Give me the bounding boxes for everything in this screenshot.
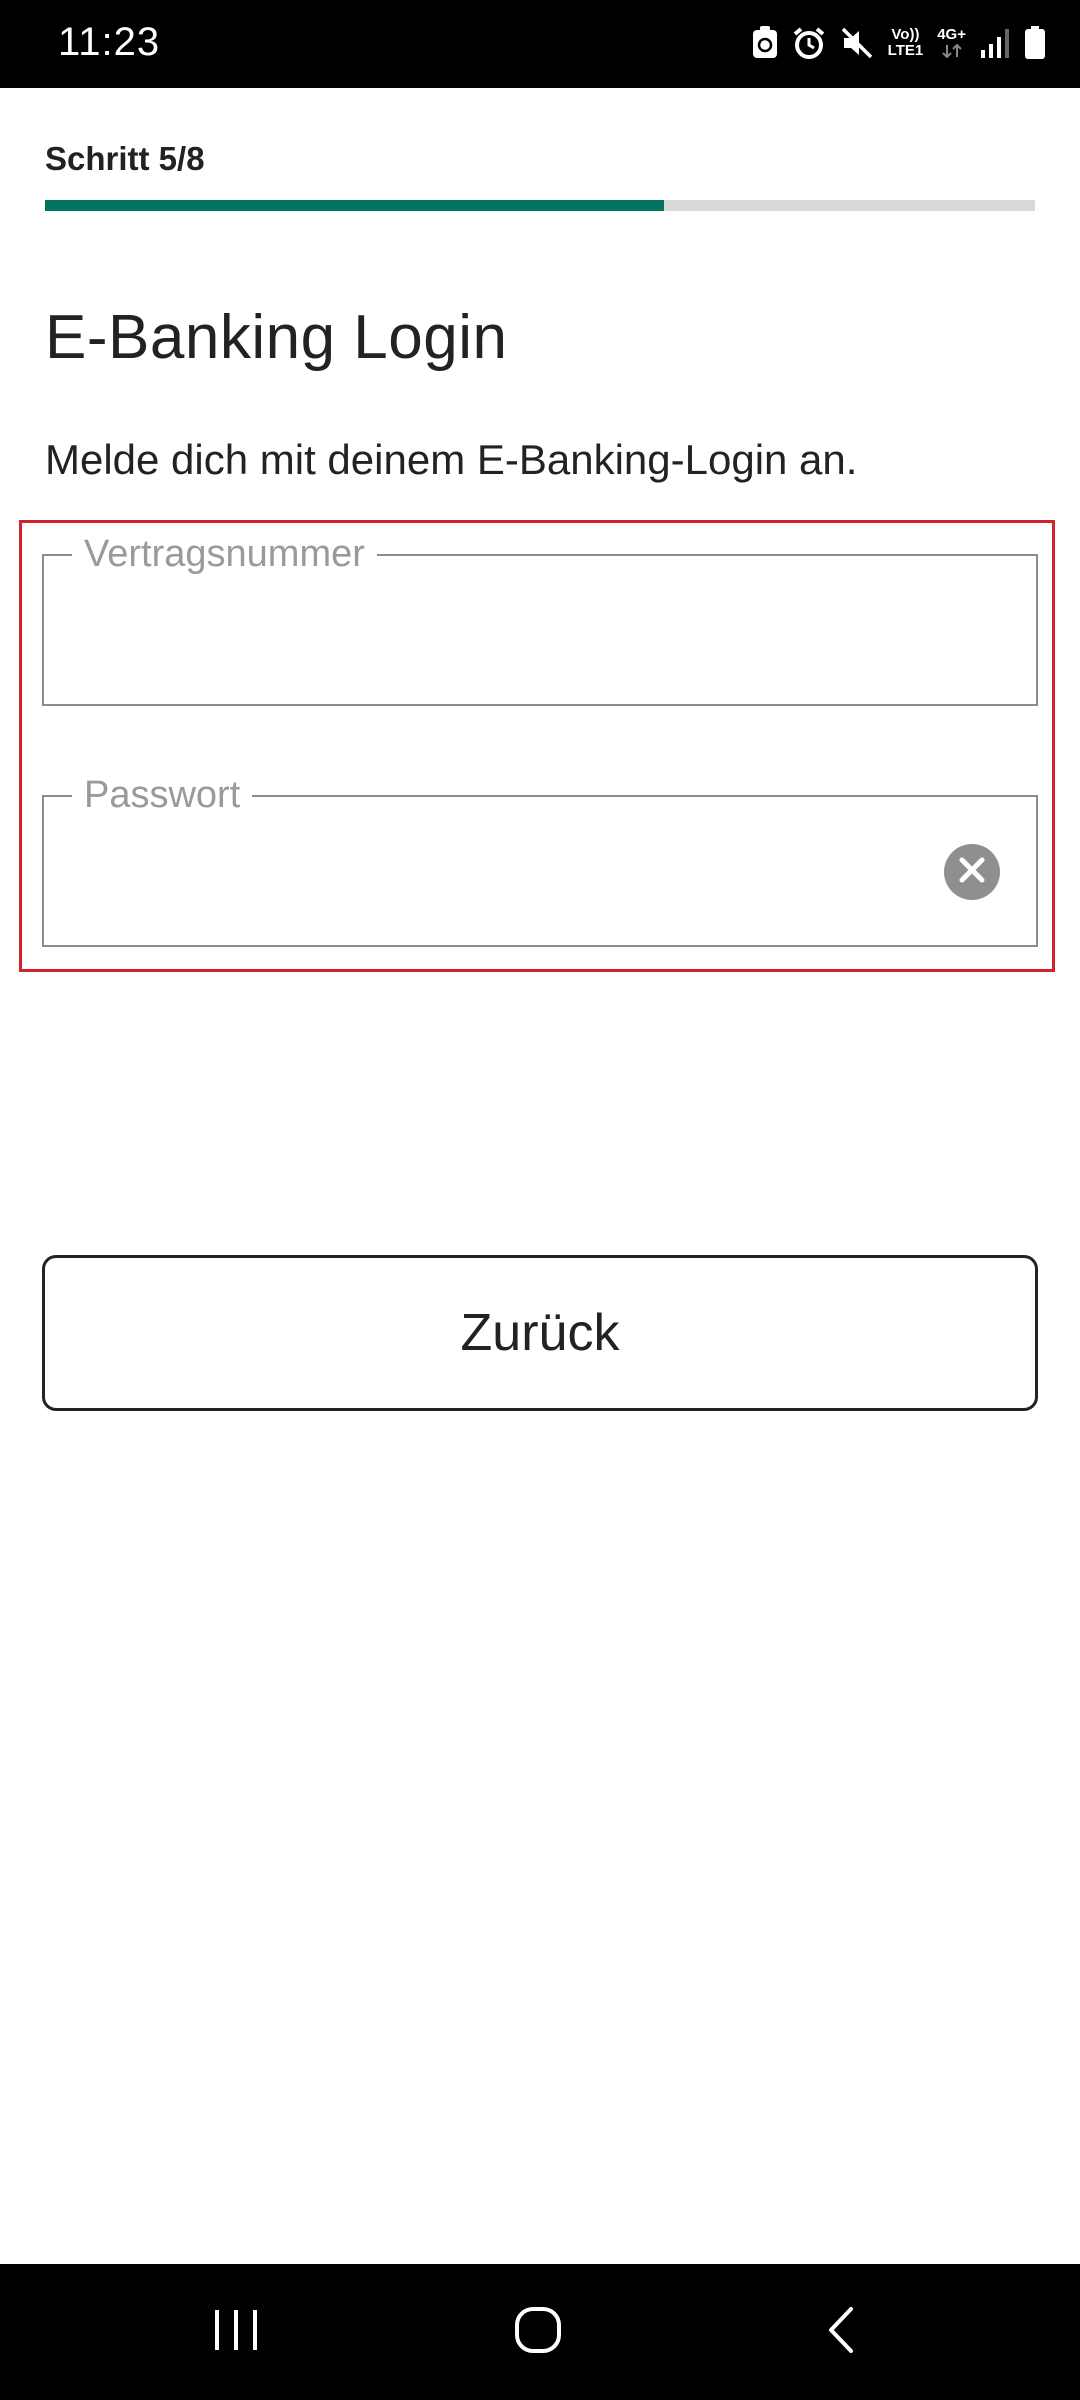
progress-bar [45, 200, 1035, 211]
status-bar: 11:23 Vo)) LTE1 4G+ [0, 0, 1080, 88]
signal-icon [980, 26, 1010, 60]
progress-bar-fill [45, 200, 664, 211]
volte-icon: Vo)) LTE1 [888, 27, 924, 59]
status-time: 11:23 [58, 20, 161, 64]
battery-icon [1024, 26, 1046, 60]
contract-number-field[interactable]: Vertragsnummer [42, 530, 1038, 706]
password-input[interactable] [84, 837, 948, 919]
navigation-bar [0, 2264, 1080, 2400]
network-4g-icon: 4G+ [937, 27, 966, 59]
step-label: Schritt 5/8 [45, 140, 205, 177]
home-icon [513, 2305, 563, 2360]
mute-icon [840, 26, 874, 60]
alarm-icon [792, 26, 826, 60]
back-icon [823, 2305, 857, 2360]
home-button[interactable] [458, 2264, 618, 2400]
password-label: Passwort [72, 771, 253, 819]
clear-circle-icon [957, 855, 987, 890]
password-field[interactable]: Passwort [42, 771, 1038, 947]
back-button[interactable]: Zurück [42, 1255, 1038, 1411]
contract-number-label: Vertragsnummer [72, 530, 377, 578]
page-title: E-Banking Login [45, 303, 508, 372]
status-icons: Vo)) LTE1 4G+ [752, 18, 1046, 68]
contract-number-input[interactable] [84, 596, 948, 678]
volte-label-top: Vo)) [891, 26, 920, 43]
network-label: 4G+ [937, 26, 966, 43]
sync-icon [752, 26, 778, 60]
clear-password-button[interactable] [944, 844, 1000, 900]
recents-button[interactable] [156, 2264, 316, 2400]
back-nav-button[interactable] [760, 2264, 920, 2400]
page-subtitle: Melde dich mit deinem E-Banking-Login an… [45, 436, 858, 483]
volte-label-bottom: LTE1 [887, 42, 924, 59]
recents-icon [211, 2308, 261, 2357]
